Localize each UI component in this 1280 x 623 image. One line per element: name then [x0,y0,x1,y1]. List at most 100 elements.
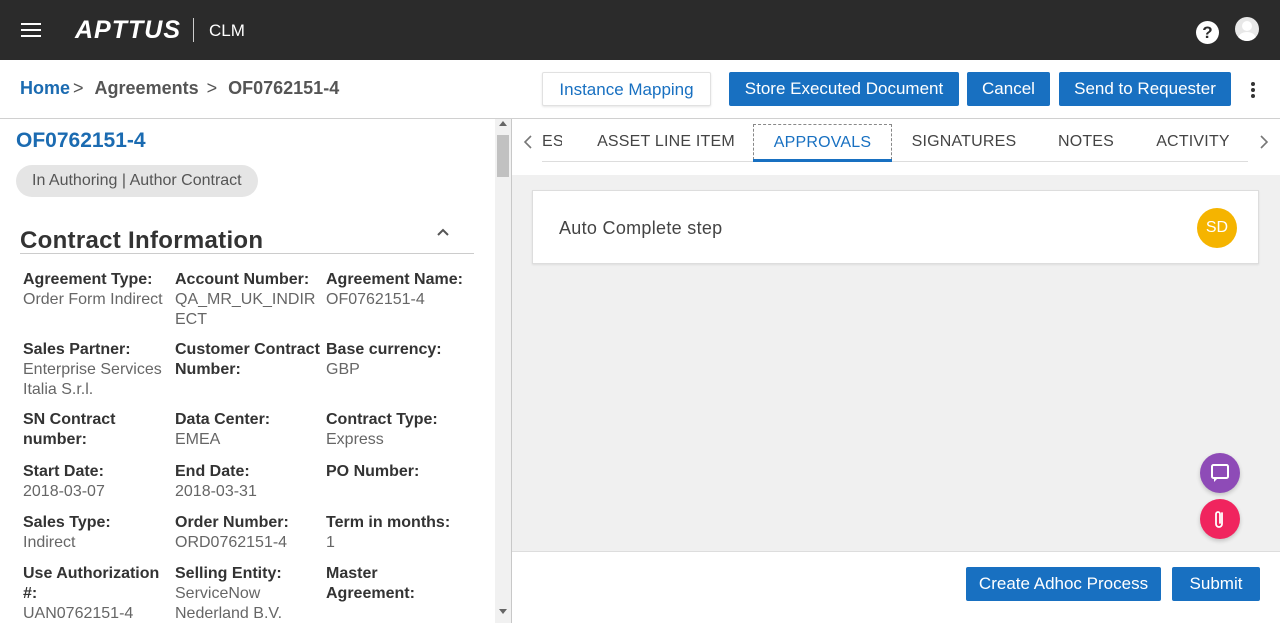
field-label: Selling Entity: [175,565,282,582]
tab-asset-line-item[interactable]: ASSET LINE ITEM [594,124,738,160]
field-value: Express [326,431,384,448]
field-label: Account Number: [175,271,310,288]
field-value: 2018-03-07 [23,483,105,500]
assignee-avatar[interactable]: SD [1197,208,1237,248]
paperclip-icon [1215,511,1223,528]
approval-step-card[interactable]: Auto Complete step SD [532,190,1259,264]
chevron-left-icon[interactable] [518,132,538,152]
field-value: Enterprise Services Italia S.r.l. [23,361,162,398]
field-value: Order Form Indirect [23,291,163,308]
field-value: 2018-03-31 [175,483,257,500]
field-label: PO Number: [326,463,420,480]
breadcrumb-current: OF0762151-4 [228,78,340,98]
field-customer-contract-number: Customer Contract Number: [175,340,325,380]
scroll-down-arrow-icon[interactable] [499,609,507,614]
field-sales-type: Sales Type: Indirect [23,513,173,553]
field-label: Customer Contract Number: [175,341,320,378]
footer-divider [512,551,1280,552]
status-badge: In Authoring | Author Contract [16,165,258,197]
field-term-in-months: Term in months: 1 [326,513,476,553]
help-icon[interactable]: ? [1196,21,1219,44]
breadcrumb-separator: > [206,78,218,98]
field-label: Use Authorization #: [23,565,160,602]
chevron-right-icon[interactable] [1254,132,1274,152]
field-label: Term in months: [326,514,451,531]
field-label: Agreement Type: [23,271,153,288]
field-label: Base currency: [326,341,442,358]
field-end-date: End Date: 2018-03-31 [175,462,325,502]
field-selling-entity: Selling Entity: ServiceNow Nederland B.V… [175,564,325,623]
tab-signatures[interactable]: SIGNATURES [910,124,1018,160]
cancel-button[interactable]: Cancel [967,72,1050,106]
field-value: ORD0762151-4 [175,534,288,551]
field-base-currency: Base currency: GBP [326,340,476,380]
attachment-fab-button[interactable] [1200,499,1240,539]
field-label: Data Center: [175,411,271,428]
tab-activity[interactable]: ACTIVITY [1152,124,1234,160]
breadcrumb-agreements-link[interactable]: Agreements [95,78,199,98]
field-label: Sales Partner: [23,341,131,358]
app-name: CLM [209,21,245,40]
field-account-number: Account Number: QA_MR_UK_INDIRECT [175,270,325,330]
field-label: Master Agreement: [326,565,415,602]
field-order-number: Order Number: ORD0762151-4 [175,513,325,553]
approval-step-label: Auto Complete step [559,218,723,238]
store-executed-document-button[interactable]: Store Executed Document [729,72,959,106]
field-value: GBP [326,361,360,378]
field-value: QA_MR_UK_INDIRECT [175,291,316,328]
chat-fab-button[interactable] [1200,453,1240,493]
field-value: Indirect [23,534,76,551]
brand-logo: APTTUS [75,16,181,44]
field-data-center: Data Center: EMEA [175,410,325,450]
scroll-up-arrow-icon[interactable] [499,121,507,126]
scrollbar-thumb[interactable] [497,135,509,177]
field-value: 1 [326,534,335,551]
field-label: Sales Type: [23,514,111,531]
breadcrumb-separator: > [73,78,84,98]
instance-mapping-button[interactable]: Instance Mapping [542,72,711,106]
field-label: Agreement Name: [326,271,463,288]
tab-notes[interactable]: NOTES [1052,124,1120,160]
field-master-agreement: Master Agreement: [326,564,426,604]
field-po-number: PO Number: [326,462,476,482]
tab-baseline [542,161,1248,162]
tab-strip: ES ASSET LINE ITEM APPROVALS SIGNATURES … [512,119,1280,175]
logo-divider [193,18,194,42]
approvals-panel: ES ASSET LINE ITEM APPROVALS SIGNATURES … [512,119,1280,623]
field-value: EMEA [175,431,221,448]
record-title: OF0762151-4 [16,129,146,152]
field-label: Start Date: [23,463,104,480]
field-use-authorization: Use Authorization #: UAN0762151-4 [23,564,173,623]
field-label: End Date: [175,463,250,480]
submit-button[interactable]: Submit [1172,567,1260,601]
field-value: ServiceNow Nederland B.V. [175,585,283,622]
record-details-panel: OF0762151-4 In Authoring | Author Contra… [0,119,511,623]
section-title: Contract Information [20,227,264,254]
user-avatar-icon[interactable] [1235,17,1259,41]
field-start-date: Start Date: 2018-03-07 [23,462,173,502]
field-agreement-name: Agreement Name: OF0762151-4 [326,270,476,310]
approvals-content: Auto Complete step SD [512,175,1280,551]
tab-active-indicator [753,159,892,162]
field-value: UAN0762151-4 [23,605,134,622]
field-label: SN Contract number: [23,411,116,448]
top-bar: APTTUS CLM ? [0,0,1280,60]
field-value: OF0762151-4 [326,291,425,308]
left-panel-scrollbar[interactable] [495,119,511,623]
create-adhoc-process-button[interactable]: Create Adhoc Process [966,567,1161,601]
send-to-requester-button[interactable]: Send to Requester [1059,72,1231,106]
field-sales-partner: Sales Partner: Enterprise Services Itali… [23,340,173,400]
field-label: Order Number: [175,514,289,531]
more-options-icon[interactable] [1249,80,1257,100]
menu-icon[interactable] [21,23,41,38]
field-contract-type: Contract Type: Express [326,410,476,450]
tab-partial[interactable]: ES [542,124,562,160]
field-label: Contract Type: [326,411,438,428]
section-divider [20,253,474,254]
breadcrumb-home-link[interactable]: Home [20,78,70,98]
chat-icon [1211,464,1229,482]
chevron-up-icon[interactable] [434,223,452,241]
tab-approvals[interactable]: APPROVALS [753,124,892,160]
field-agreement-type: Agreement Type: Order Form Indirect [23,270,173,310]
breadcrumb: Home > Agreements > OF0762151-4 [20,78,339,99]
